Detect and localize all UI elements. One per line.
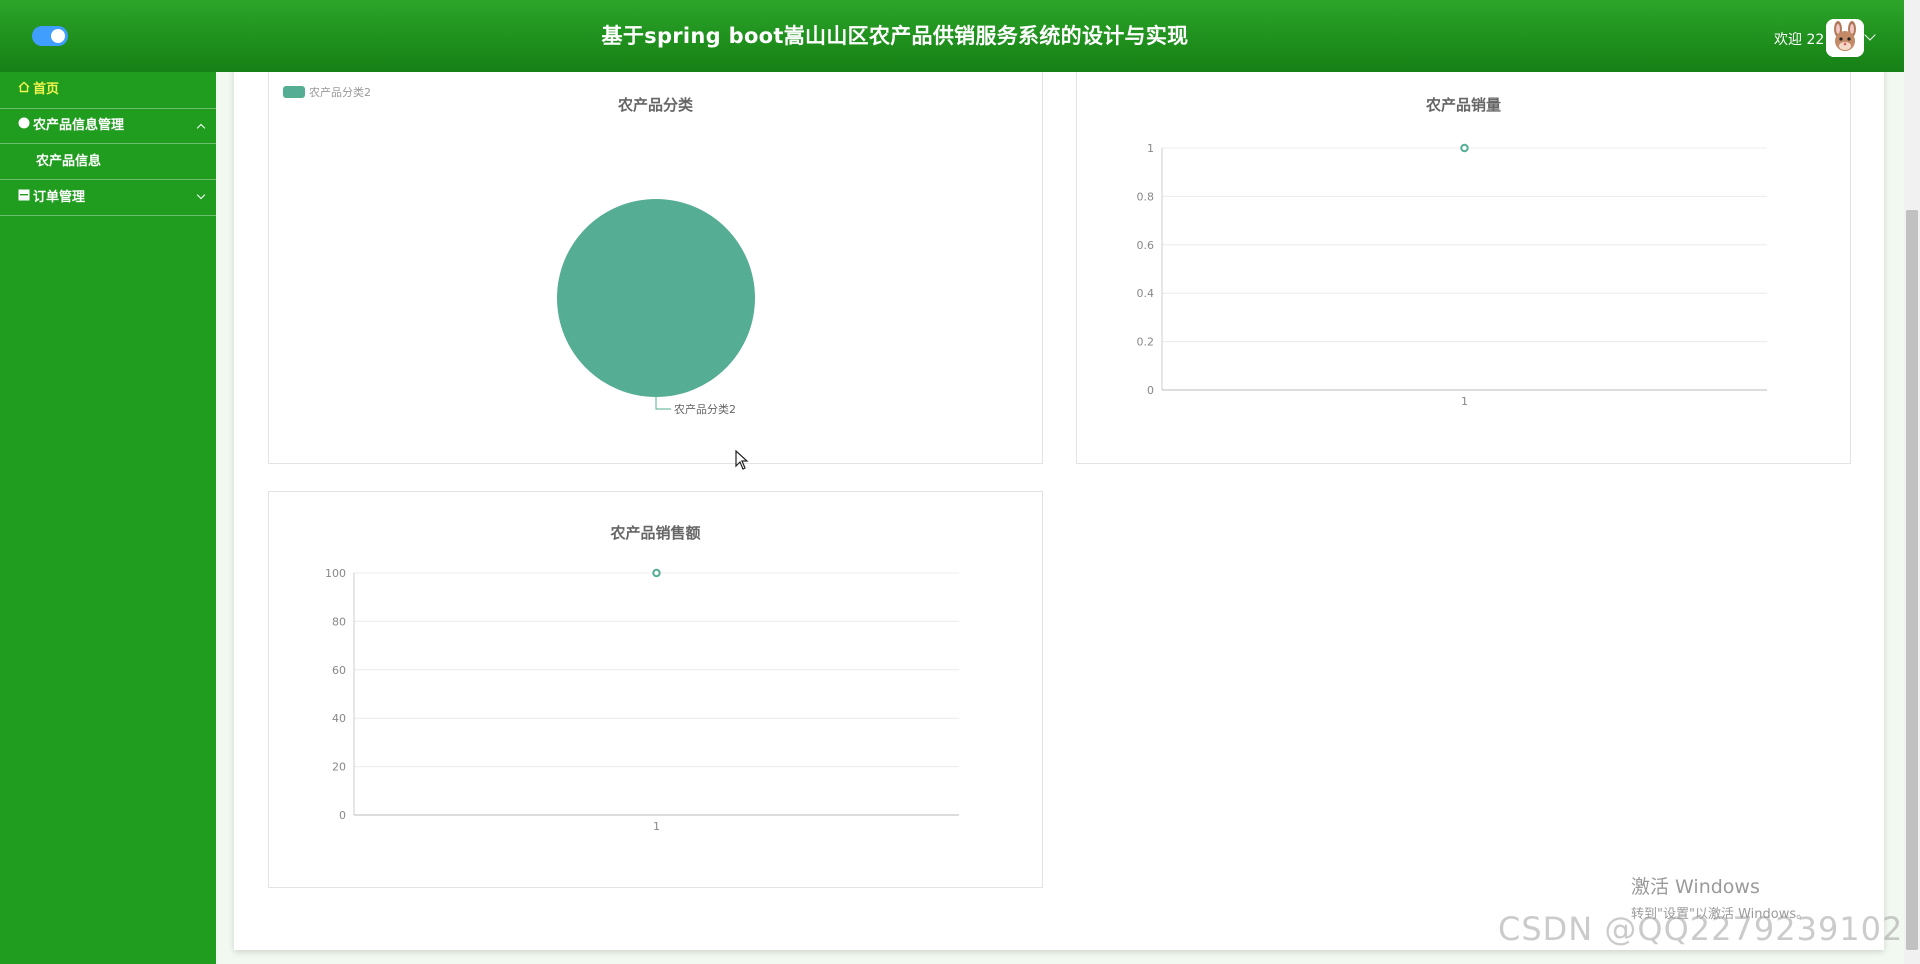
welcome-text: 欢迎 22 — [1774, 32, 1825, 48]
sidebar-item-product-info[interactable]: 农产品信息 — [0, 144, 216, 180]
pie-slice-label: 农产品分类2 — [674, 402, 736, 416]
x-tick-label: 1 — [653, 820, 660, 833]
top-header: 基于spring boot嵩山山区农产品供销服务系统的设计与实现 欢迎 22 — [0, 0, 1904, 72]
y-tick-label: 0 — [1147, 384, 1154, 397]
sales-volume-card: 农产品销量 0 0.2 0.4 0.6 0.8 1 1 — [1076, 60, 1851, 464]
scrollbar-thumb[interactable] — [1906, 210, 1918, 950]
avatar-image — [1826, 19, 1864, 57]
y-tick-label: 0.4 — [1137, 287, 1155, 300]
legend-swatch — [283, 86, 305, 98]
data-point — [1460, 143, 1469, 153]
chevron-down-icon[interactable] — [1864, 29, 1876, 41]
y-tick-label: 40 — [332, 712, 346, 725]
home-icon — [18, 72, 32, 108]
y-tick-label: 60 — [332, 664, 346, 677]
category-pie-card: 农产品分类 农产品分类2 农产品分类2 — [268, 60, 1043, 464]
sidebar-item-product-info-management[interactable]: 农产品信息管理 — [0, 108, 216, 144]
y-tick-label: 0.6 — [1137, 239, 1155, 252]
archive-icon — [18, 180, 32, 216]
y-tick-label: 20 — [332, 761, 346, 774]
sidebar-item-label: 订单管理 — [33, 189, 86, 205]
circle-icon — [18, 108, 32, 144]
y-tick-label: 100 — [325, 567, 346, 580]
y-tick-label: 0.8 — [1137, 190, 1155, 203]
app-title: 基于spring boot嵩山山区农产品供销服务系统的设计与实现 — [601, 24, 1189, 48]
y-tick-label: 0 — [339, 809, 346, 822]
sales-amount-line-chart: 0 20 40 60 80 100 1 — [325, 567, 959, 833]
y-tick-label: 0.2 — [1137, 336, 1155, 349]
sales-volume-line-chart: 0 0.2 0.4 0.6 0.8 1 1 — [1137, 142, 1767, 408]
y-tick-label: 80 — [332, 615, 346, 628]
y-tick-label: 1 — [1147, 142, 1154, 155]
x-tick-label: 1 — [1461, 395, 1468, 408]
chevron-up-icon — [196, 123, 206, 133]
activation-title: 激活 Windows — [1631, 876, 1760, 898]
chevron-down-icon — [196, 190, 206, 200]
data-point — [652, 568, 661, 578]
sidebar-item-label: 首页 — [33, 82, 60, 97]
mouse-cursor-icon — [735, 449, 749, 474]
csdn-watermark: CSDN @QQ2279239102 — [1498, 910, 1904, 948]
user-avatar[interactable] — [1826, 19, 1864, 57]
sidebar-item-label: 农产品信息管理 — [33, 118, 125, 133]
sidebar-item-order-management[interactable]: 订单管理 — [0, 180, 216, 216]
pie-label-leader — [655, 397, 671, 410]
pie-slice — [557, 199, 755, 397]
sidebar-item-home[interactable]: 首页 — [0, 72, 216, 108]
pie-chart: 农产品分类2 农产品分类2 — [283, 85, 755, 416]
sidebar: 首页 农产品信息管理 农产品信息 订单管理 — [0, 72, 216, 964]
legend-label: 农产品分类2 — [309, 85, 371, 99]
sales-amount-card: 农产品销售额 0 20 40 60 80 100 1 — [268, 491, 1043, 888]
sidebar-item-label: 农产品信息 — [36, 153, 102, 169]
